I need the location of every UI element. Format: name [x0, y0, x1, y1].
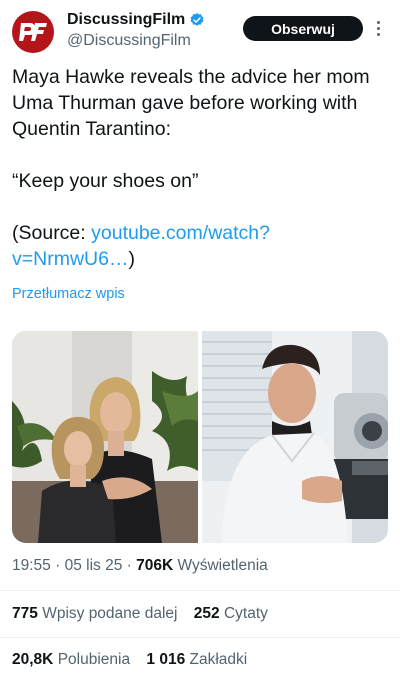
bookmarks-count: 1 016 — [146, 651, 186, 668]
display-name[interactable]: DiscussingFilm — [67, 11, 185, 29]
tweet-date[interactable]: 05 lis 25 — [65, 557, 123, 574]
verified-badge-icon — [190, 13, 204, 26]
quotes-count: 252 — [193, 605, 220, 622]
divider — [0, 590, 400, 591]
author-handle[interactable]: @DiscussingFilm — [67, 32, 191, 50]
bookmarks-stat[interactable]: 1 016 Zakładki — [146, 651, 247, 668]
tweet-source: (Source: youtube.com/watch?v=NrmwU6…) — [12, 220, 388, 272]
source-prefix: (Source: — [12, 222, 92, 244]
tweet-meta: 19:55 · 05 lis 25 · 706K Wyświetlenia — [12, 557, 268, 574]
views-count: 706K — [136, 557, 174, 574]
likes-bookmarks-stats: 20,8K Polubienia 1 016 Zakładki — [12, 651, 259, 669]
discussingfilm-logo-icon — [19, 23, 47, 41]
tweet-quote: “Keep your shoes on” — [12, 170, 199, 192]
tweet-line: Maya Hawke reveals the advice her mom Um… — [12, 66, 370, 140]
author-name-row[interactable]: DiscussingFilm — [67, 11, 205, 29]
tweet-text: Maya Hawke reveals the advice her mom Um… — [12, 64, 388, 272]
reposts-stat[interactable]: 775 Wpisy podane dalej — [12, 605, 177, 622]
likes-count: 20,8K — [12, 651, 54, 668]
avatar[interactable] — [12, 11, 54, 53]
follow-button[interactable]: Obserwuj — [243, 16, 363, 41]
tweet-header: DiscussingFilm @DiscussingFilm Obserwuj — [0, 0, 400, 62]
likes-label: Polubienia — [57, 651, 131, 668]
more-options-icon[interactable] — [372, 16, 384, 40]
quotes-label: Cytaty — [223, 605, 268, 622]
divider — [0, 637, 400, 638]
tweet-time[interactable]: 19:55 — [12, 557, 51, 574]
reposts-count: 775 — [12, 605, 38, 622]
source-suffix: ) — [128, 248, 135, 270]
reposts-label: Wpisy podane dalej — [42, 605, 178, 622]
translate-post-link[interactable]: Przetłumacz wpis — [12, 286, 125, 302]
likes-stat[interactable]: 20,8K Polubienia — [12, 651, 130, 668]
quotes-stat[interactable]: 252 Cytaty — [194, 605, 268, 622]
views-label: Wyświetlenia — [177, 557, 268, 574]
photo-maya-uma[interactable] — [12, 331, 198, 543]
bookmarks-label: Zakładki — [189, 651, 248, 668]
photo-tarantino[interactable] — [202, 331, 388, 543]
repost-quote-stats: 775 Wpisy podane dalej 252 Cytaty — [12, 605, 280, 623]
tweet-media[interactable] — [12, 331, 388, 543]
